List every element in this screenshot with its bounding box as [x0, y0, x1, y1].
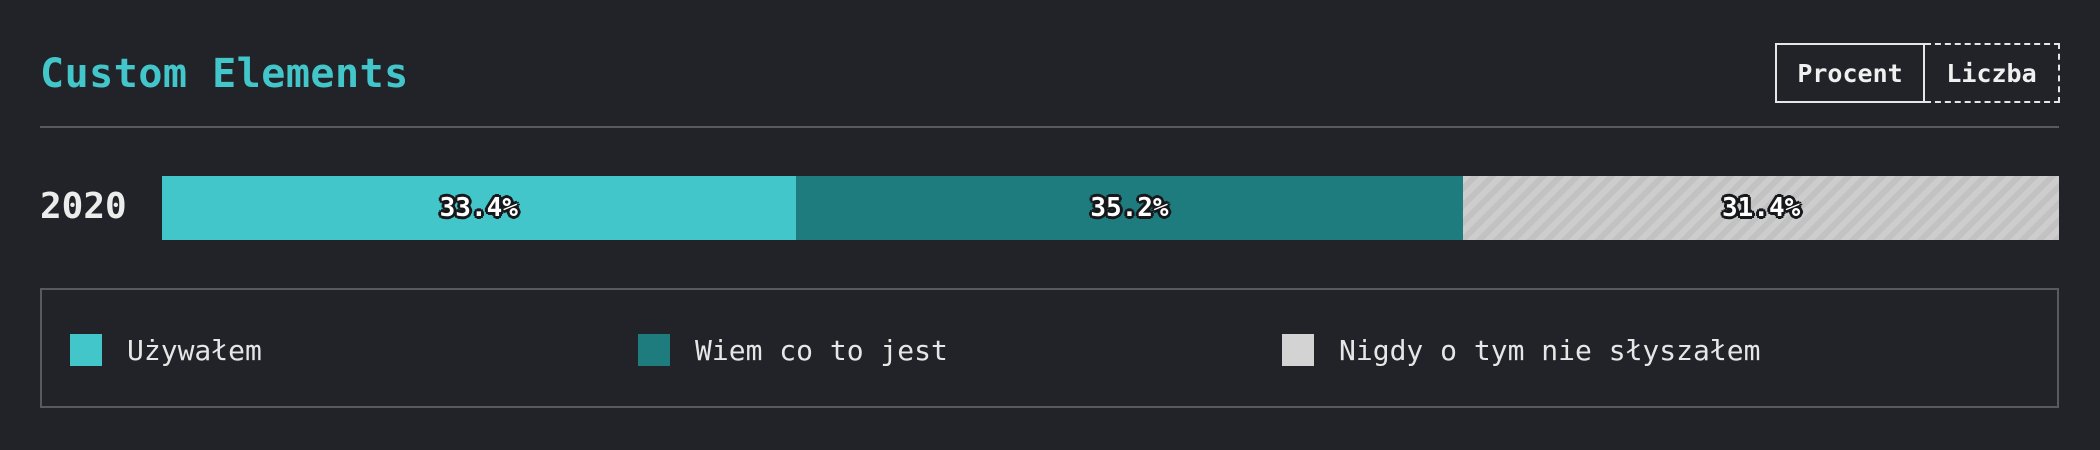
unit-count-button[interactable]: Liczba — [1925, 43, 2060, 103]
unit-toggle: Procent Liczba — [1775, 43, 2060, 103]
category-label-2020: 2020 — [40, 186, 127, 227]
stacked-bar-2020: 33.4% 35.2% 31.4% — [162, 176, 2059, 240]
bar-segment-never-heard[interactable]: 31.4% — [1463, 176, 2059, 240]
legend-label-know-it: Wiem co to jest — [695, 333, 948, 367]
legend-item-never-heard[interactable]: Nigdy o tym nie słyszałem — [1282, 333, 1760, 367]
chart-legend: Używałem Wiem co to jest Nigdy o tym nie s… — [40, 288, 2059, 408]
header-divider — [40, 126, 2059, 128]
data-label-used: 33.4% — [439, 193, 518, 223]
bar-segment-know-it[interactable]: 35.2% — [795, 176, 1464, 240]
legend-swatch-never-heard — [1282, 334, 1314, 366]
chart-title: Custom Elements — [40, 51, 409, 97]
legend-label-used: Używałem — [127, 333, 262, 367]
legend-item-know-it[interactable]: Wiem co to jest — [638, 333, 948, 367]
unit-percent-button[interactable]: Procent — [1775, 43, 1925, 103]
legend-swatch-used — [70, 334, 102, 366]
legend-label-never-heard: Nigdy o tym nie słyszałem — [1339, 333, 1761, 367]
legend-swatch-know-it — [638, 334, 670, 366]
legend-item-used[interactable]: Używałem — [70, 333, 262, 367]
data-label-never-heard: 31.4% — [1722, 193, 1801, 223]
data-label-know-it: 35.2% — [1090, 193, 1169, 223]
bar-segment-used[interactable]: 33.4% — [162, 176, 796, 240]
